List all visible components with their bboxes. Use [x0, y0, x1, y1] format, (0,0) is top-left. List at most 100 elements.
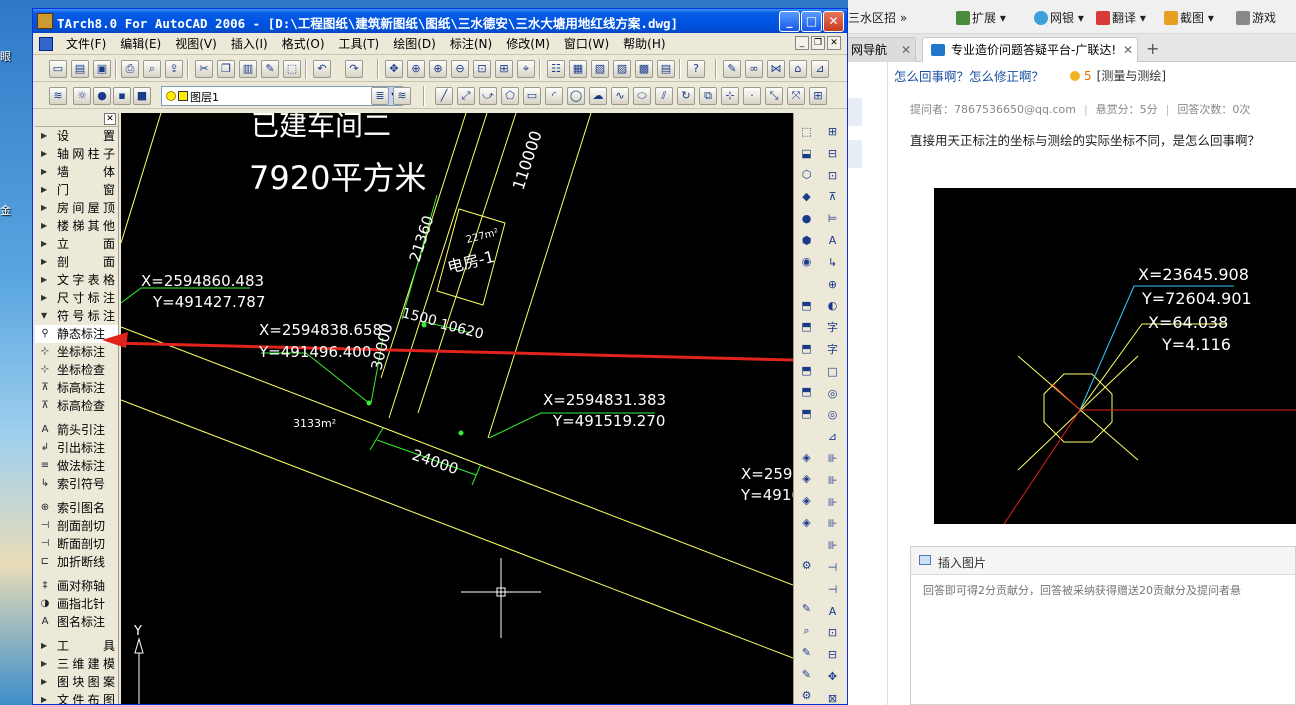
- print-preview-icon[interactable]: ⌕: [143, 60, 161, 78]
- image-icon[interactable]: [919, 555, 931, 565]
- modify-tool-icon[interactable]: ✎: [798, 666, 815, 683]
- zoom-out-icon[interactable]: ⊖: [451, 60, 469, 78]
- tarch-menu-item[interactable]: ⊕ 索引图名: [35, 499, 118, 517]
- link-icon[interactable]: ∞: [745, 60, 763, 78]
- modify-tool-icon[interactable]: ◈: [798, 470, 815, 487]
- zoom-realtime-icon[interactable]: ⊕: [407, 60, 425, 78]
- help-icon[interactable]: ?: [687, 60, 705, 78]
- question-title[interactable]: 怎么回事啊？怎么修正啊？: [894, 66, 1044, 85]
- zoom-previous-icon[interactable]: ⌖: [517, 60, 535, 78]
- dimension-tool-icon[interactable]: ⊠: [824, 690, 841, 704]
- point-icon[interactable]: ⊹: [721, 87, 739, 105]
- rectangle-icon[interactable]: ▭: [523, 87, 541, 105]
- modify-tool-icon[interactable]: ⬒: [798, 297, 815, 314]
- translate-button[interactable]: 翻译 ▾: [1096, 9, 1146, 26]
- dimension-tool-icon[interactable]: A: [824, 232, 841, 249]
- question-image[interactable]: X=23645.908 Y=72604.901 X=64.038 Y=4.116: [934, 188, 1296, 524]
- undo-icon[interactable]: ↶: [313, 60, 331, 78]
- modify-tool-icon[interactable]: ⬓: [798, 145, 815, 162]
- insert-block-icon[interactable]: ↻: [677, 87, 695, 105]
- menu-edit[interactable]: 编辑(E): [113, 36, 168, 52]
- save-icon[interactable]: ▣: [93, 60, 111, 78]
- polygon-icon[interactable]: ⬠: [501, 87, 519, 105]
- tarch-menu-item[interactable]: ↲ 引出标注: [35, 439, 118, 457]
- menu-help[interactable]: 帮助(H): [616, 36, 672, 52]
- dimension-tool-icon[interactable]: ⊼: [824, 188, 841, 205]
- dimension-tool-icon[interactable]: ⊨: [824, 210, 841, 227]
- dimension-tool-icon[interactable]: ◎: [824, 385, 841, 402]
- modify-tool-icon[interactable]: ⬒: [798, 340, 815, 357]
- layer-manager-icon[interactable]: ≋: [49, 87, 67, 105]
- dimension-tool-icon[interactable]: 字: [824, 319, 841, 336]
- modify-tool-icon[interactable]: ⚙: [798, 557, 815, 574]
- layer-dropdown[interactable]: 图层1 ▼: [161, 86, 403, 106]
- modify-tool-icon[interactable]: ⬒: [798, 383, 815, 400]
- zoom-in-icon[interactable]: ⊕: [429, 60, 447, 78]
- tarch-menu-item[interactable]: ⊹ 坐标检查: [35, 361, 118, 379]
- tarch-menu-item[interactable]: ▶ 剖 面: [35, 253, 118, 271]
- autocad-window[interactable]: TArch8.0 For AutoCAD 2006 - [D:\工程图纸\建筑新…: [32, 8, 848, 705]
- ellipse-icon[interactable]: ⬭: [633, 87, 651, 105]
- layer-previous-icon[interactable]: ≋: [393, 87, 411, 105]
- menu-view[interactable]: 视图(V): [168, 36, 224, 52]
- pan-icon[interactable]: ✥: [385, 60, 403, 78]
- modify-tool-icon[interactable]: ◈: [798, 449, 815, 466]
- construction-line-icon[interactable]: ⤢: [457, 87, 475, 105]
- properties-icon[interactable]: ☷: [547, 60, 565, 78]
- modify-tool-icon[interactable]: ◆: [798, 188, 815, 205]
- zoom-window-icon[interactable]: ⊡: [473, 60, 491, 78]
- dimension-tool-icon[interactable]: ⊞: [824, 123, 841, 140]
- games-button[interactable]: 游戏: [1236, 9, 1276, 26]
- tarch-menu-item[interactable]: ⊣ 断面剖切: [35, 535, 118, 553]
- dimension-tool-icon[interactable]: ⊪: [824, 537, 841, 554]
- tarch-menu-item[interactable]: ▶ 文件布图: [35, 691, 118, 704]
- modify-tool-icon[interactable]: ◈: [798, 514, 815, 531]
- calculator-icon[interactable]: ▤: [657, 60, 675, 78]
- modify-tool-icon[interactable]: ◈: [798, 492, 815, 509]
- dimension-tool-icon[interactable]: 字: [824, 341, 841, 358]
- new-tab-icon[interactable]: +: [1146, 39, 1159, 58]
- tarch-menu-item[interactable]: ≡ 做法标注: [35, 457, 118, 475]
- extensions-button[interactable]: 扩展 ▾: [956, 9, 1006, 26]
- tarch-menu-item[interactable]: ◑ 画指北针: [35, 595, 118, 613]
- dimension-tool-icon[interactable]: □: [824, 363, 841, 380]
- modify-tool-icon[interactable]: ⬒: [798, 362, 815, 379]
- dimension-tool-icon[interactable]: ⊟: [824, 646, 841, 663]
- tarch-menu-item[interactable]: ▶ 立 面: [35, 235, 118, 253]
- arc-icon[interactable]: ◜: [545, 87, 563, 105]
- dimension-tool-icon[interactable]: ⊡: [824, 167, 841, 184]
- drawing-canvas[interactable]: 已建车间二 7920平方米 X=2594860.483 Y=491427.787…: [121, 113, 793, 704]
- circle-icon[interactable]: ◯: [567, 87, 585, 105]
- tarch-menu-item[interactable]: ⊏ 加折断线: [35, 553, 118, 571]
- close-icon[interactable]: ✕: [1123, 38, 1133, 62]
- hatch-icon[interactable]: ·: [743, 87, 761, 105]
- tab-nav[interactable]: 网导航 ✕: [848, 37, 916, 62]
- publish-icon[interactable]: ⇪: [165, 60, 183, 78]
- maximize-button[interactable]: □: [801, 11, 822, 32]
- zoom-extents-icon[interactable]: ⊞: [495, 60, 513, 78]
- polyline-icon[interactable]: ⤻: [479, 87, 497, 105]
- line-icon[interactable]: ╱: [435, 87, 453, 105]
- doc-restore-button[interactable]: ❐: [811, 36, 825, 50]
- tarch-menu-item[interactable]: ▼ 符号标注: [35, 307, 118, 325]
- menu-tools[interactable]: 工具(T): [332, 36, 387, 52]
- redo-icon[interactable]: ↷: [345, 60, 363, 78]
- tarch-app-icon[interactable]: [37, 13, 53, 29]
- modify-tool-icon[interactable]: ⚙: [798, 687, 815, 704]
- paste-icon[interactable]: ▥: [239, 60, 257, 78]
- close-icon[interactable]: ✕: [104, 113, 116, 125]
- doc-minimize-button[interactable]: _: [795, 36, 809, 50]
- tarch-menu-item[interactable]: ▶ 门 窗: [35, 181, 118, 199]
- copy-icon[interactable]: ❐: [217, 60, 235, 78]
- make-layer-current-icon[interactable]: ≣: [371, 87, 389, 105]
- dimension-style-icon[interactable]: ⊿: [811, 60, 829, 78]
- dimension-tool-icon[interactable]: ⊟: [824, 145, 841, 162]
- spline-icon[interactable]: ∿: [611, 87, 629, 105]
- menu-insert[interactable]: 插入(I): [224, 36, 275, 52]
- window-titlebar[interactable]: TArch8.0 For AutoCAD 2006 - [D:\工程图纸\建筑新…: [33, 9, 847, 33]
- tarch-menu-item[interactable]: ▶ 图块图案: [35, 673, 118, 691]
- tarch-menu-item[interactable]: ▶ 轴网柱子: [35, 145, 118, 163]
- favorite-link[interactable]: 三水区招 »: [848, 9, 907, 26]
- tarch-menu-item[interactable]: A 图名标注: [35, 613, 118, 631]
- modify-tool-icon[interactable]: ⌕: [798, 622, 815, 639]
